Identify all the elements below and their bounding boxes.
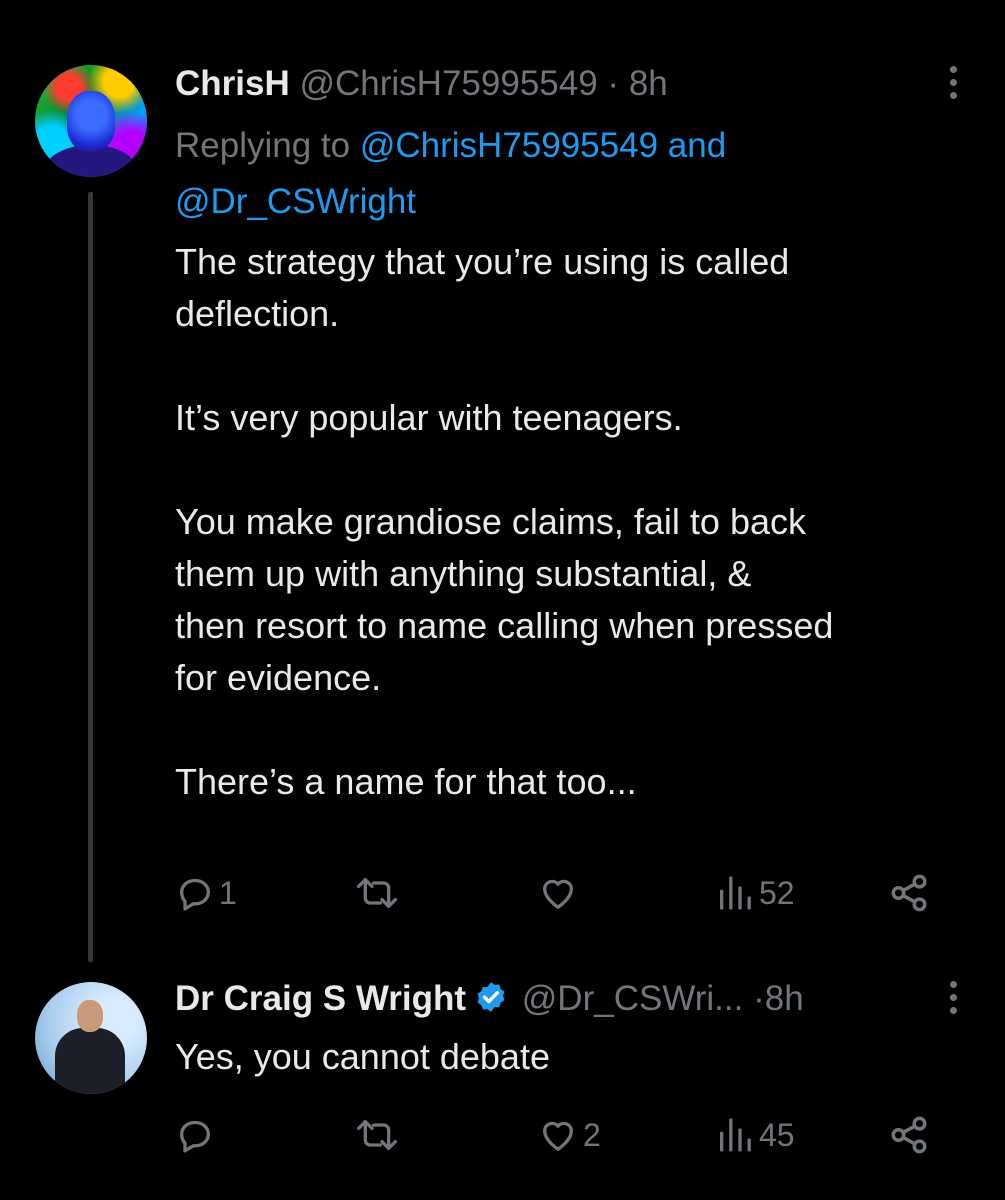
more-icon-dot: [949, 92, 957, 99]
tweet-header: Dr Craig S Wright @Dr_CSWri... ·8h: [175, 977, 804, 1021]
replying-to-line: Replying to @ChrisH75995549 and @Dr_CSWr…: [175, 118, 955, 230]
like-button[interactable]: 2: [537, 1110, 601, 1160]
user-handle[interactable]: @Dr_CSWri...: [522, 979, 744, 1018]
replying-to-label: Replying to: [175, 126, 351, 165]
view-count: 52: [759, 874, 795, 911]
analytics-icon: [720, 876, 751, 910]
share-icon: [891, 874, 927, 912]
tweet-paragraph: You make grandiose claims, fail to back …: [175, 501, 834, 698]
avatar[interactable]: [35, 65, 147, 177]
retweet-button[interactable]: [355, 1110, 403, 1160]
action-bar: 1 52: [175, 868, 955, 918]
tweet[interactable]: ChrisH @ChrisH75995549 · 8h Replying to …: [0, 0, 1005, 962]
user-handle[interactable]: @ChrisH75995549: [299, 64, 597, 103]
tweet-paragraph: Yes, you cannot debate: [175, 1036, 550, 1077]
views-button[interactable]: 52: [715, 868, 795, 918]
separator-dot: ·: [607, 64, 620, 103]
mention-link[interactable]: @Dr_CSWright: [175, 182, 416, 221]
heart-icon: [543, 1121, 573, 1151]
tweet[interactable]: Dr Craig S Wright @Dr_CSWri... ·8h Yes, …: [0, 955, 1005, 1200]
display-name[interactable]: ChrisH: [175, 64, 290, 103]
reply-button[interactable]: [175, 1110, 219, 1160]
reply-icon: [180, 1120, 210, 1153]
avatar-face: [67, 91, 115, 151]
reply-button[interactable]: 1: [175, 868, 237, 918]
tweet-header: ChrisH @ChrisH75995549 · 8h: [175, 62, 668, 106]
reply-icon: [180, 878, 210, 911]
display-name[interactable]: Dr Craig S Wright: [175, 979, 466, 1018]
thread-connector-line: [88, 192, 93, 962]
retweet-button[interactable]: [355, 868, 403, 918]
avatar-head: [77, 1000, 103, 1032]
tweet-paragraph: The strategy that you’re using is called…: [175, 241, 790, 334]
share-button[interactable]: [888, 868, 930, 918]
like-button[interactable]: [537, 868, 583, 918]
more-icon-dot: [949, 994, 957, 1001]
tweet-text: The strategy that you’re using is called…: [175, 236, 975, 808]
heart-icon: [543, 879, 573, 909]
separator-dot: ·: [753, 979, 765, 1018]
view-count: 45: [759, 1116, 795, 1153]
retweet-icon: [356, 878, 397, 908]
like-count: 2: [583, 1116, 601, 1153]
verified-badge-icon: [477, 982, 505, 1012]
action-bar: 2 45: [175, 1110, 955, 1160]
tweet-paragraph: It’s very popular with teenagers.: [175, 397, 683, 438]
reply-count: 1: [219, 874, 237, 911]
timestamp[interactable]: 8h: [629, 64, 668, 103]
share-icon: [891, 1116, 927, 1154]
replying-and-link[interactable]: and: [668, 126, 726, 165]
more-icon: [949, 981, 957, 988]
avatar[interactable]: [35, 982, 147, 1094]
more-icon-dot: [949, 79, 957, 86]
tweet-text: Yes, you cannot debate: [175, 1031, 975, 1083]
share-button[interactable]: [888, 1110, 930, 1160]
more-icon: [949, 66, 957, 73]
mention-link[interactable]: @ChrisH75995549: [360, 126, 658, 165]
avatar-body: [55, 1028, 125, 1094]
analytics-icon: [720, 1118, 751, 1152]
views-button[interactable]: 45: [715, 1110, 795, 1160]
tweet-paragraph: There’s a name for that too...: [175, 761, 637, 802]
more-options-button[interactable]: [943, 66, 963, 106]
more-options-button[interactable]: [943, 981, 963, 1021]
more-icon-dot: [949, 1007, 957, 1014]
retweet-icon: [356, 1120, 397, 1150]
timestamp[interactable]: 8h: [765, 979, 804, 1018]
